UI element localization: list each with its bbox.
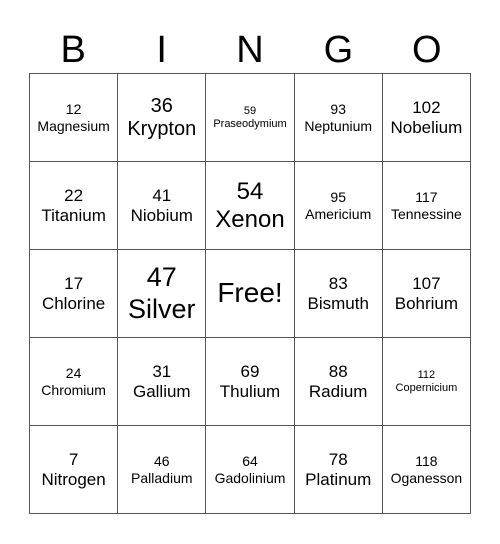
- element-name: Chromium: [41, 381, 106, 398]
- header-letter-b: B: [60, 29, 86, 71]
- element-name: Bohrium: [394, 293, 459, 313]
- atomic-number: 88: [328, 361, 348, 381]
- element-name: Praseodymium: [213, 117, 287, 130]
- header-letter-i: I: [156, 29, 167, 71]
- atomic-number: 117: [415, 189, 438, 206]
- atomic-number: 93: [330, 101, 346, 118]
- atomic-number: 47: [146, 262, 177, 293]
- atomic-number: 31: [152, 361, 172, 381]
- atomic-number: 78: [328, 449, 348, 469]
- element-name: Palladium: [131, 469, 193, 486]
- atomic-number: 95: [330, 189, 346, 206]
- bingo-cell[interactable]: 118 Oganesson: [382, 426, 471, 514]
- element-name: Gallium: [132, 381, 191, 401]
- element-name: Bismuth: [307, 293, 369, 313]
- bingo-cell[interactable]: 64 Gadolinium: [206, 426, 295, 514]
- free-space-cell[interactable]: Free!: [206, 250, 295, 338]
- bingo-cell[interactable]: 22 Titanium: [30, 162, 119, 250]
- atomic-number: 41: [152, 185, 172, 205]
- atomic-number: 102: [412, 97, 441, 117]
- bingo-cell[interactable]: 17 Chlorine: [30, 250, 119, 338]
- bingo-card-grid: 12 Magnesium 36 Krypton 59 Praseodymium 93 Nept…: [29, 73, 471, 514]
- element-name: Chlorine: [41, 293, 106, 313]
- atomic-number: 83: [328, 273, 348, 293]
- bingo-cell[interactable]: 12 Magnesium: [30, 74, 119, 162]
- bingo-cell[interactable]: 31 Gallium: [118, 338, 207, 426]
- bingo-cell[interactable]: 54 Xenon: [206, 162, 295, 250]
- free-space-label: Free!: [217, 277, 283, 309]
- atomic-number: 107: [412, 273, 441, 293]
- element-name: Neptunium: [304, 117, 373, 134]
- atomic-number: 112: [417, 368, 436, 381]
- bingo-cell[interactable]: 107 Bohrium: [382, 250, 471, 338]
- bingo-cell[interactable]: 36 Krypton: [118, 74, 207, 162]
- atomic-number: 69: [240, 361, 260, 381]
- element-name: Krypton: [127, 117, 197, 140]
- element-name: Gadolinium: [214, 469, 286, 486]
- bingo-cell[interactable]: 24 Chromium: [30, 338, 119, 426]
- element-name: Silver: [128, 293, 196, 324]
- bingo-cell[interactable]: 41 Niobium: [118, 162, 207, 250]
- element-name: Nobelium: [390, 117, 463, 137]
- atomic-number: 36: [150, 94, 173, 117]
- element-name: Xenon: [215, 205, 285, 233]
- bingo-cell[interactable]: 59 Praseodymium: [206, 74, 295, 162]
- atomic-number: 24: [65, 365, 82, 382]
- header-letter-n: N: [236, 29, 264, 71]
- bingo-cell[interactable]: 46 Palladium: [118, 426, 207, 514]
- atomic-number: 64: [242, 453, 258, 470]
- bingo-cell[interactable]: 93 Neptunium: [294, 74, 383, 162]
- bingo-cell[interactable]: 102 Nobelium: [382, 74, 471, 162]
- element-name: Radium: [308, 381, 368, 401]
- bingo-header: B I N G O: [29, 28, 471, 72]
- atomic-number: 7: [68, 449, 79, 469]
- element-name: Platinum: [305, 469, 372, 489]
- element-name: Titanium: [41, 205, 106, 225]
- atomic-number: 54: [236, 177, 264, 205]
- bingo-cell[interactable]: 78 Platinum: [294, 426, 383, 514]
- element-name: Magnesium: [37, 117, 110, 134]
- header-letter-o: O: [412, 29, 442, 71]
- bingo-cell[interactable]: 117 Tennessine: [382, 162, 471, 250]
- element-name: Copernicium: [395, 381, 458, 394]
- element-name: Thulium: [219, 381, 281, 401]
- atomic-number: 118: [415, 453, 438, 470]
- bingo-cell[interactable]: 112 Copernicium: [382, 338, 471, 426]
- atomic-number: 12: [65, 101, 82, 118]
- bingo-cell[interactable]: 83 Bismuth: [294, 250, 383, 338]
- bingo-cell[interactable]: 95 Americium: [294, 162, 383, 250]
- bingo-cell[interactable]: 7 Nitrogen: [30, 426, 119, 514]
- atomic-number: 17: [64, 273, 84, 293]
- element-name: Tennessine: [390, 205, 462, 222]
- bingo-cell[interactable]: 88 Radium: [294, 338, 383, 426]
- header-letter-g: G: [323, 29, 354, 71]
- element-name: Niobium: [130, 205, 193, 225]
- element-name: Oganesson: [390, 469, 463, 486]
- atomic-number: 46: [154, 453, 170, 470]
- atomic-number: 59: [243, 104, 257, 117]
- bingo-cell[interactable]: 47 Silver: [118, 250, 207, 338]
- element-name: Americium: [305, 205, 372, 222]
- element-name: Nitrogen: [41, 469, 106, 489]
- atomic-number: 22: [64, 185, 84, 205]
- bingo-cell[interactable]: 69 Thulium: [206, 338, 295, 426]
